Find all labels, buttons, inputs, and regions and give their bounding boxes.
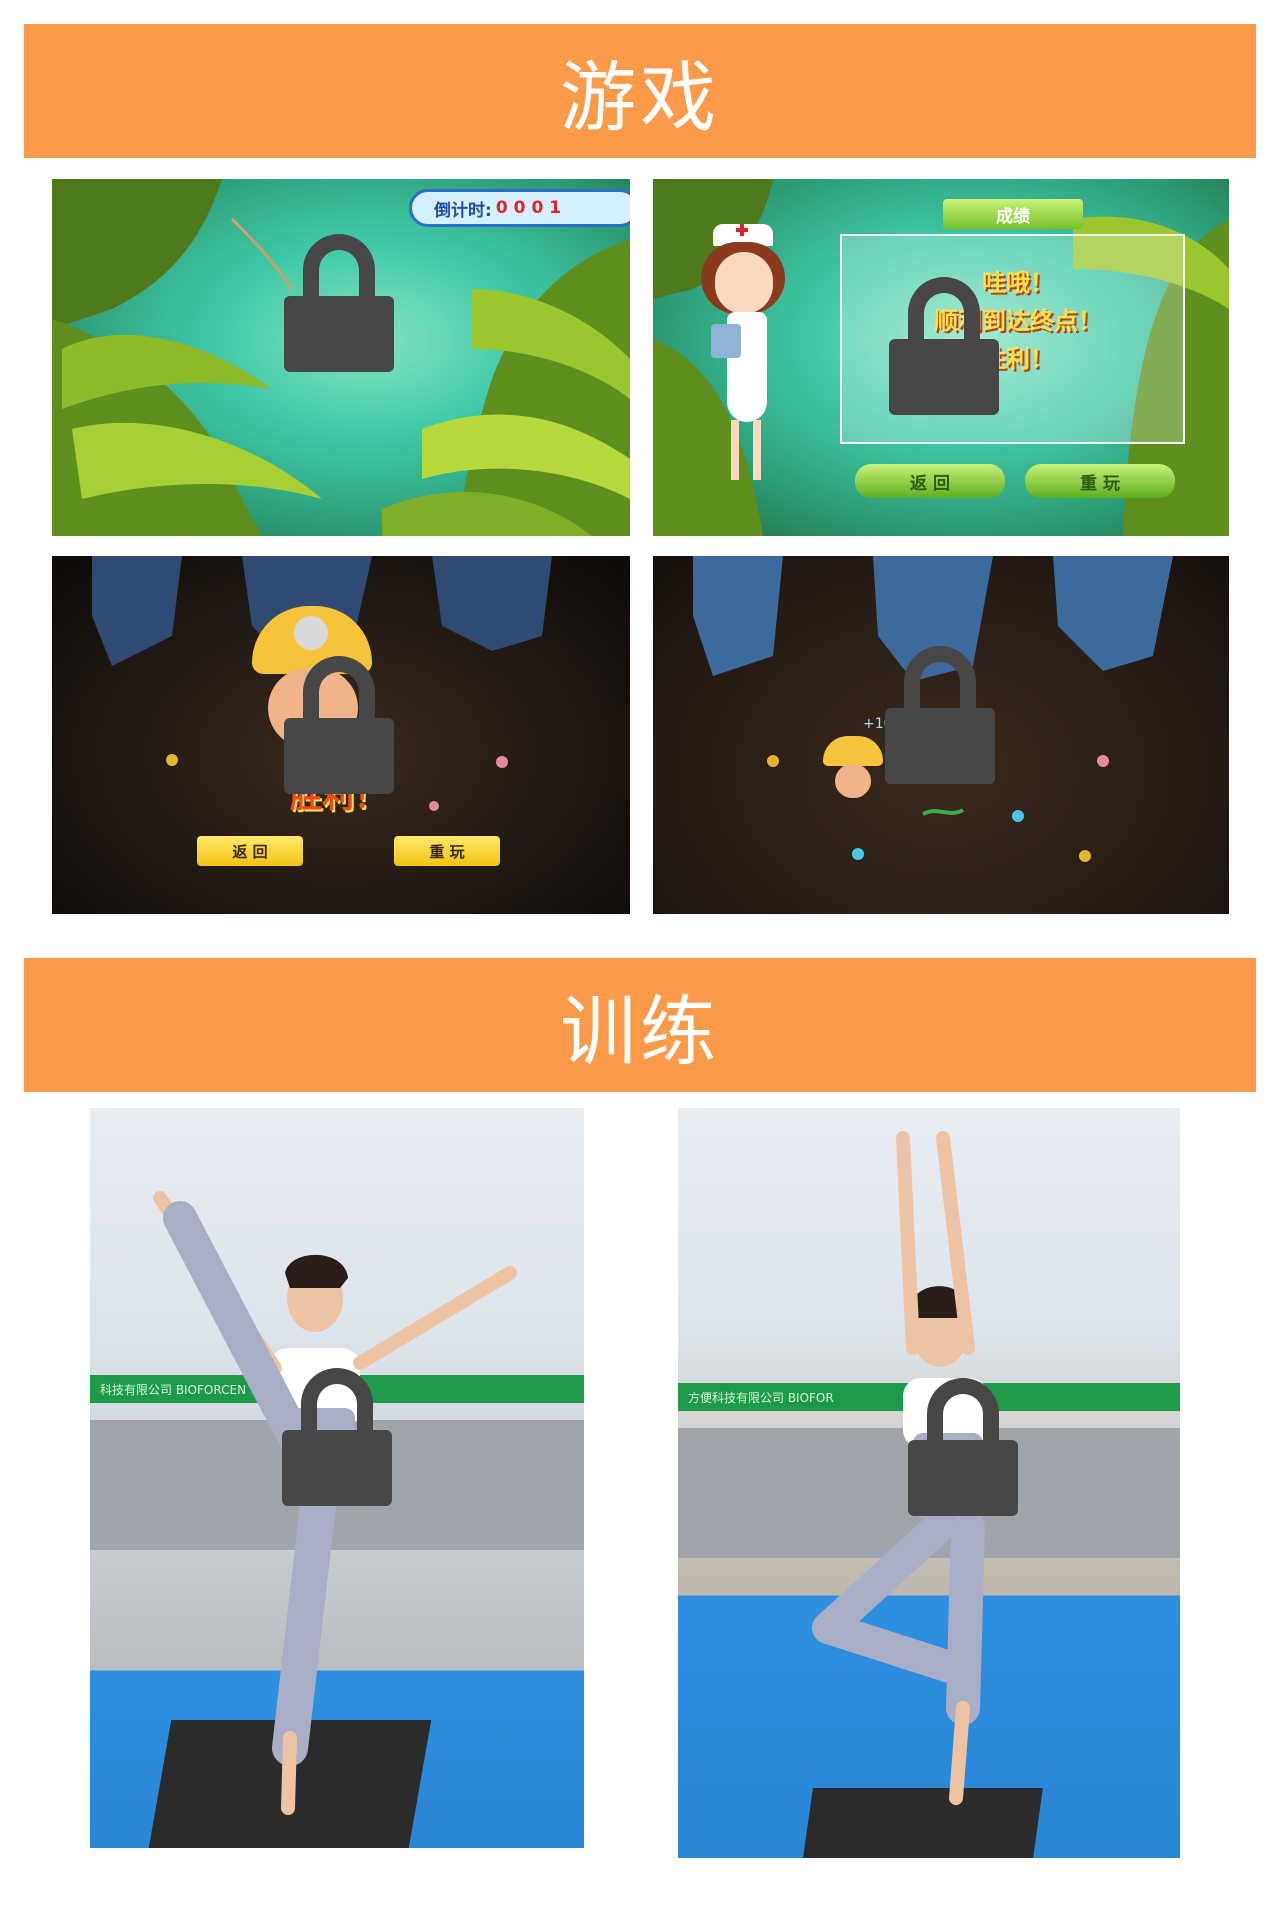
training-photo-tree-pose[interactable]: 方便科技有限公司 BIOFOR: [678, 1108, 1180, 1858]
training-photo-standing-split[interactable]: 科技有限公司 BIOFORCEN: [90, 1108, 584, 1848]
replay-button[interactable]: 重 玩: [1025, 464, 1175, 498]
back-button[interactable]: 返 回: [855, 464, 1005, 498]
back-button[interactable]: 返 回: [197, 836, 303, 866]
lock-icon: [282, 1368, 392, 1506]
lock-icon: [908, 1378, 1018, 1516]
section-banner-training: 训练: [24, 958, 1256, 1092]
replay-button[interactable]: 重 玩: [394, 836, 500, 866]
lock-icon: [284, 234, 394, 372]
lock-icon: [885, 646, 995, 784]
panel-title-bar: 成绩: [943, 199, 1083, 229]
miner-character: [823, 736, 883, 806]
lock-icon: [284, 656, 394, 794]
section-title: 游戏: [560, 53, 720, 142]
game-screenshot-cave-win[interactable]: 胜利！ 返 回 重 玩: [52, 556, 630, 914]
section-title: 训练: [560, 987, 720, 1076]
game-screenshot-results[interactable]: 成绩 哇哦！ 顺利到达终点！ 胜利！ 返 回 重 玩: [653, 179, 1229, 536]
nurse-character: [691, 224, 811, 484]
timer-label: 倒计时:: [434, 200, 492, 221]
panel-title: 成绩: [996, 206, 1030, 227]
game-screenshot-cave-play[interactable]: +10: [653, 556, 1229, 914]
lock-icon: [889, 277, 999, 415]
game-screenshot-jungle[interactable]: 倒计时: 0001: [52, 179, 630, 536]
section-banner-games: 游戏: [24, 24, 1256, 158]
timer-value: 0001: [495, 198, 568, 218]
timer-badge: 倒计时: 0001: [409, 189, 630, 227]
